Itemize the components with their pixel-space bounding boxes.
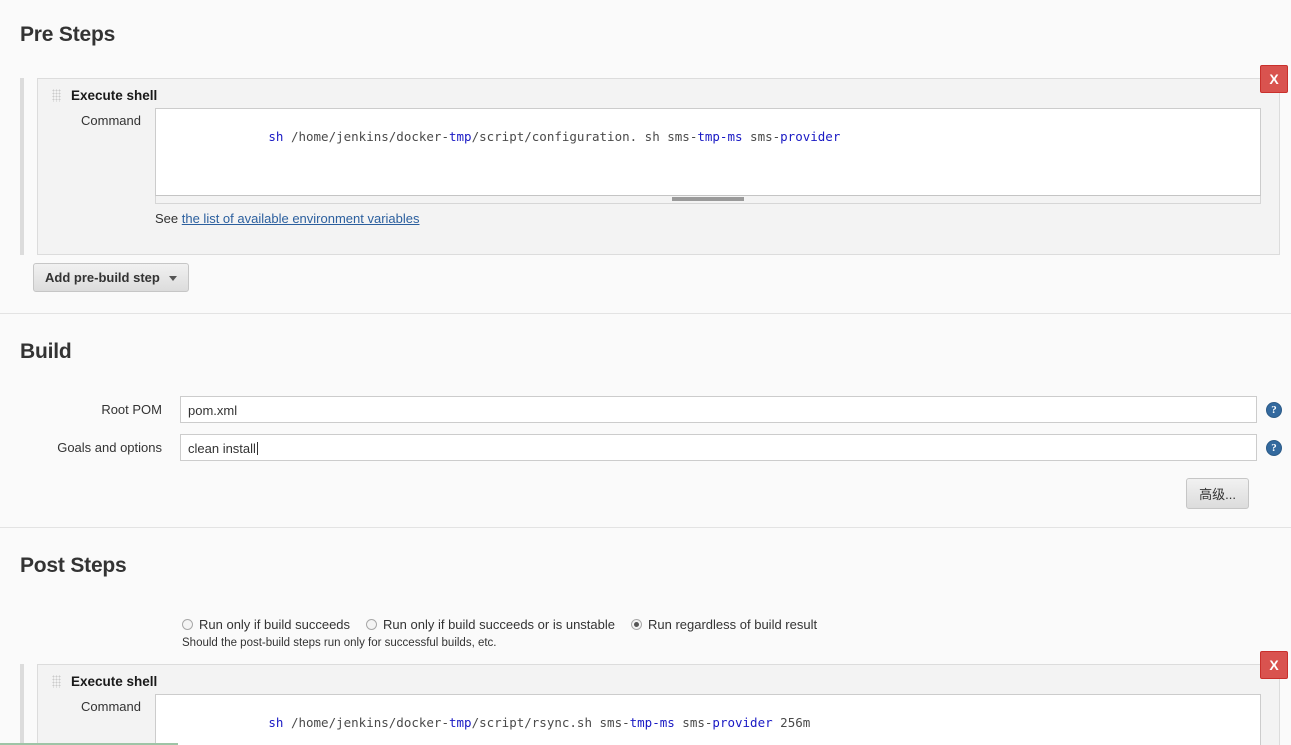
execute-shell-title-pre: Execute shell: [71, 88, 157, 103]
radio-run-regardless[interactable]: [631, 619, 642, 630]
goals-options-row: Goals and options clean install ?: [0, 434, 1291, 461]
post-build-step-block: Execute shell Command sh /home/jenkins/d…: [20, 664, 1280, 745]
add-pre-build-step-label: Add pre-build step: [45, 270, 160, 285]
env-vars-link-pre[interactable]: the list of available environment variab…: [182, 211, 420, 226]
root-pom-value: pom.xml: [188, 403, 237, 418]
root-pom-row: Root POM pom.xml ?: [0, 396, 1291, 423]
post-build-condition-radio-group: Run only if build succeeds Run only if b…: [0, 617, 1291, 632]
chevron-down-icon: [169, 276, 177, 281]
help-icon-root-pom[interactable]: ?: [1266, 402, 1282, 418]
command-row-post: Command sh /home/jenkins/docker-tmp/scri…: [38, 694, 1279, 745]
pre-build-step-block: Execute shell Command sh /home/jenkins/d…: [20, 78, 1280, 255]
root-pom-label: Root POM: [20, 402, 180, 417]
post-steps-section: Post Steps Run only if build succeeds Ru…: [0, 554, 1291, 745]
execute-shell-panel-post: Execute shell Command sh /home/jenkins/d…: [37, 664, 1280, 745]
page-title-build: Build: [0, 340, 1291, 364]
radio-run-if-succeeds[interactable]: [182, 619, 193, 630]
page-title-pre-steps: Pre Steps: [0, 23, 1291, 47]
command-textarea-pre[interactable]: sh /home/jenkins/docker-tmp/script/confi…: [155, 108, 1261, 196]
goals-options-input[interactable]: clean install: [180, 434, 1257, 461]
radio-label-run-if-succeeds-or-unstable[interactable]: Run only if build succeeds or is unstabl…: [383, 617, 615, 632]
drag-handle-icon[interactable]: [52, 89, 61, 102]
build-section: Build Root POM pom.xml ? Goals and optio…: [0, 340, 1291, 508]
command-label-post: Command: [52, 694, 155, 714]
page-title-post-steps: Post Steps: [0, 554, 1291, 578]
delete-step-button-post[interactable]: X: [1260, 651, 1288, 679]
execute-shell-header-pre: Execute shell: [38, 79, 1279, 108]
textarea-resize-strip-pre[interactable]: [155, 196, 1261, 204]
root-pom-input[interactable]: pom.xml: [180, 396, 1257, 423]
drag-handle-icon[interactable]: [52, 675, 61, 688]
help-icon-goals-options[interactable]: ?: [1266, 440, 1282, 456]
see-prefix-pre: See: [155, 211, 182, 226]
goals-options-label: Goals and options: [20, 440, 180, 455]
command-textarea-post[interactable]: sh /home/jenkins/docker-tmp/script/rsync…: [155, 694, 1261, 745]
radio-label-run-if-succeeds[interactable]: Run only if build succeeds: [199, 617, 350, 632]
command-row-pre: Command sh /home/jenkins/docker-tmp/scri…: [38, 108, 1279, 204]
post-build-condition-hint: Should the post-build steps run only for…: [0, 637, 1291, 649]
textarea-resize-grip-pre[interactable]: [672, 197, 744, 201]
radio-run-if-succeeds-or-unstable[interactable]: [366, 619, 377, 630]
execute-shell-panel-pre: Execute shell Command sh /home/jenkins/d…: [37, 78, 1280, 255]
goals-options-help-wrap: ?: [1257, 438, 1291, 456]
advanced-button[interactable]: 高级...: [1186, 478, 1249, 509]
text-cursor: [257, 442, 258, 455]
execute-shell-title-post: Execute shell: [71, 674, 157, 689]
add-pre-build-step-button[interactable]: Add pre-build step: [33, 263, 189, 292]
goals-options-value: clean install: [188, 441, 256, 456]
execute-shell-header-post: Execute shell: [38, 665, 1279, 694]
jenkins-job-config-page: Pre Steps Execute shell Command sh /home…: [0, 0, 1291, 745]
command-label-pre: Command: [52, 108, 155, 128]
env-vars-hint-pre: See the list of available environment va…: [38, 204, 1279, 226]
root-pom-help-wrap: ?: [1257, 400, 1291, 418]
delete-step-button-pre[interactable]: X: [1260, 65, 1288, 93]
pre-steps-section: Pre Steps Execute shell Command sh /home…: [0, 0, 1291, 292]
radio-label-run-regardless[interactable]: Run regardless of build result: [648, 617, 817, 632]
